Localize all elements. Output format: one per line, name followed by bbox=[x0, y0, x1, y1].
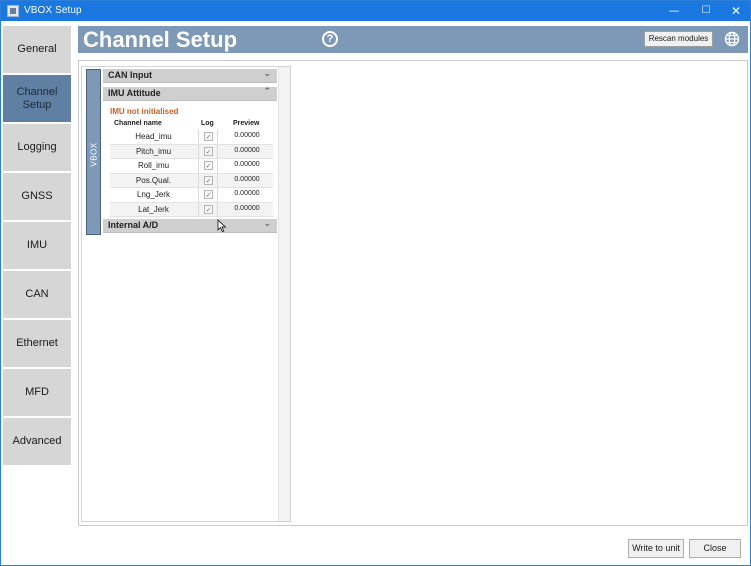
column-header-preview: Preview bbox=[233, 120, 260, 127]
section-internal-ad[interactable]: Internal A/D ⌄ bbox=[103, 219, 277, 233]
tree-scrollbar[interactable] bbox=[278, 67, 290, 521]
mouse-cursor-icon bbox=[217, 219, 227, 233]
log-checkbox[interactable]: ✓ bbox=[204, 175, 213, 185]
channel-tree-panel: VBOX CAN Input ⌄ IMU Attitude ⌃ IMU not … bbox=[81, 66, 291, 522]
table-row[interactable]: Head_imu ✓ 0.00000 bbox=[110, 130, 273, 145]
table-row[interactable]: Pitch_imu ✓ 0.00000 bbox=[110, 144, 273, 159]
log-checkbox[interactable]: ✓ bbox=[204, 161, 213, 170]
chevron-down-icon: ⌄ bbox=[263, 69, 271, 79]
close-window-button[interactable]: ✕ bbox=[719, 1, 751, 21]
channel-name: Pos.Qual. bbox=[135, 175, 172, 185]
log-checkbox[interactable]: ✓ bbox=[204, 190, 213, 199]
table-header: Channel name Log Preview bbox=[110, 119, 273, 130]
chevron-down-icon: ⌄ bbox=[263, 219, 271, 229]
section-can-input[interactable]: CAN Input ⌄ bbox=[103, 69, 277, 83]
minimize-button[interactable]: — bbox=[657, 1, 691, 21]
preview-value: 0.00000 bbox=[234, 175, 260, 183]
page-title: Channel Setup bbox=[83, 27, 238, 52]
close-button[interactable]: Close bbox=[689, 539, 741, 558]
sidebar-item-ethernet[interactable]: Ethernet bbox=[3, 320, 71, 367]
sidebar-item-advanced[interactable]: Advanced bbox=[3, 418, 71, 465]
table-row[interactable]: Pos.Qual. ✓ 0.00000 bbox=[110, 173, 273, 188]
table-row[interactable]: Lng_Jerk ✓ 0.00000 bbox=[110, 188, 273, 203]
sidebar-item-logging[interactable]: Logging bbox=[3, 124, 71, 171]
sidebar-item-gnss[interactable]: GNSS bbox=[3, 173, 71, 220]
preview-value: 0.00000 bbox=[234, 161, 260, 168]
page-header: Channel Setup ? Rescan modules bbox=[78, 26, 748, 53]
channel-name: Lng_Jerk bbox=[137, 190, 170, 199]
channel-name: Roll_imu bbox=[137, 161, 170, 170]
write-to-unit-button[interactable]: Write to unit bbox=[628, 539, 684, 558]
globe-icon[interactable] bbox=[724, 31, 740, 47]
vbox-module-tab[interactable]: VBOX bbox=[86, 69, 101, 235]
sidebar-nav: General Channel Setup Logging GNSS IMU C… bbox=[3, 23, 71, 475]
rescan-modules-button[interactable]: Rescan modules bbox=[644, 31, 713, 47]
preview-value: 0.00000 bbox=[234, 190, 260, 197]
help-icon[interactable]: ? bbox=[322, 31, 338, 47]
vbox-tab-label: VBOX bbox=[89, 142, 99, 167]
preview-value: 0.00000 bbox=[234, 204, 260, 212]
chevron-up-icon: ⌃ bbox=[263, 87, 271, 97]
sidebar-item-channel-setup[interactable]: Channel Setup bbox=[3, 75, 71, 122]
preview-value: 0.00000 bbox=[234, 146, 260, 154]
title-bar: VBOX Setup — ☐ ✕ bbox=[1, 1, 750, 21]
sidebar-item-can[interactable]: CAN bbox=[3, 271, 71, 318]
table-row[interactable]: Lat_Jerk ✓ 0.00000 bbox=[110, 202, 273, 217]
log-checkbox[interactable]: ✓ bbox=[204, 146, 213, 156]
app-icon bbox=[7, 5, 19, 17]
channel-name: Pitch_imu bbox=[135, 146, 172, 156]
imu-status-text: IMU not initialised bbox=[110, 107, 179, 116]
sidebar-item-mfd[interactable]: MFD bbox=[3, 369, 71, 416]
column-header-log: Log bbox=[201, 120, 214, 127]
table-row[interactable]: Roll_imu ✓ 0.00000 bbox=[110, 159, 273, 174]
window-title: VBOX Setup bbox=[24, 5, 82, 16]
log-checkbox[interactable]: ✓ bbox=[204, 204, 213, 214]
app-window: VBOX Setup — ☐ ✕ General Channel Setup L… bbox=[0, 0, 751, 566]
channel-name: Head_imu bbox=[135, 132, 172, 141]
section-imu-attitude[interactable]: IMU Attitude ⌃ bbox=[103, 87, 277, 101]
column-header-name: Channel name bbox=[114, 120, 162, 127]
content-panel: VBOX CAN Input ⌄ IMU Attitude ⌃ IMU not … bbox=[78, 60, 748, 526]
sidebar-item-imu[interactable]: IMU bbox=[3, 222, 71, 269]
maximize-button[interactable]: ☐ bbox=[689, 1, 723, 21]
channel-name: Lat_Jerk bbox=[138, 204, 169, 214]
sidebar-item-general[interactable]: General bbox=[3, 26, 71, 73]
log-checkbox[interactable]: ✓ bbox=[204, 132, 213, 141]
preview-value: 0.00000 bbox=[234, 132, 260, 139]
